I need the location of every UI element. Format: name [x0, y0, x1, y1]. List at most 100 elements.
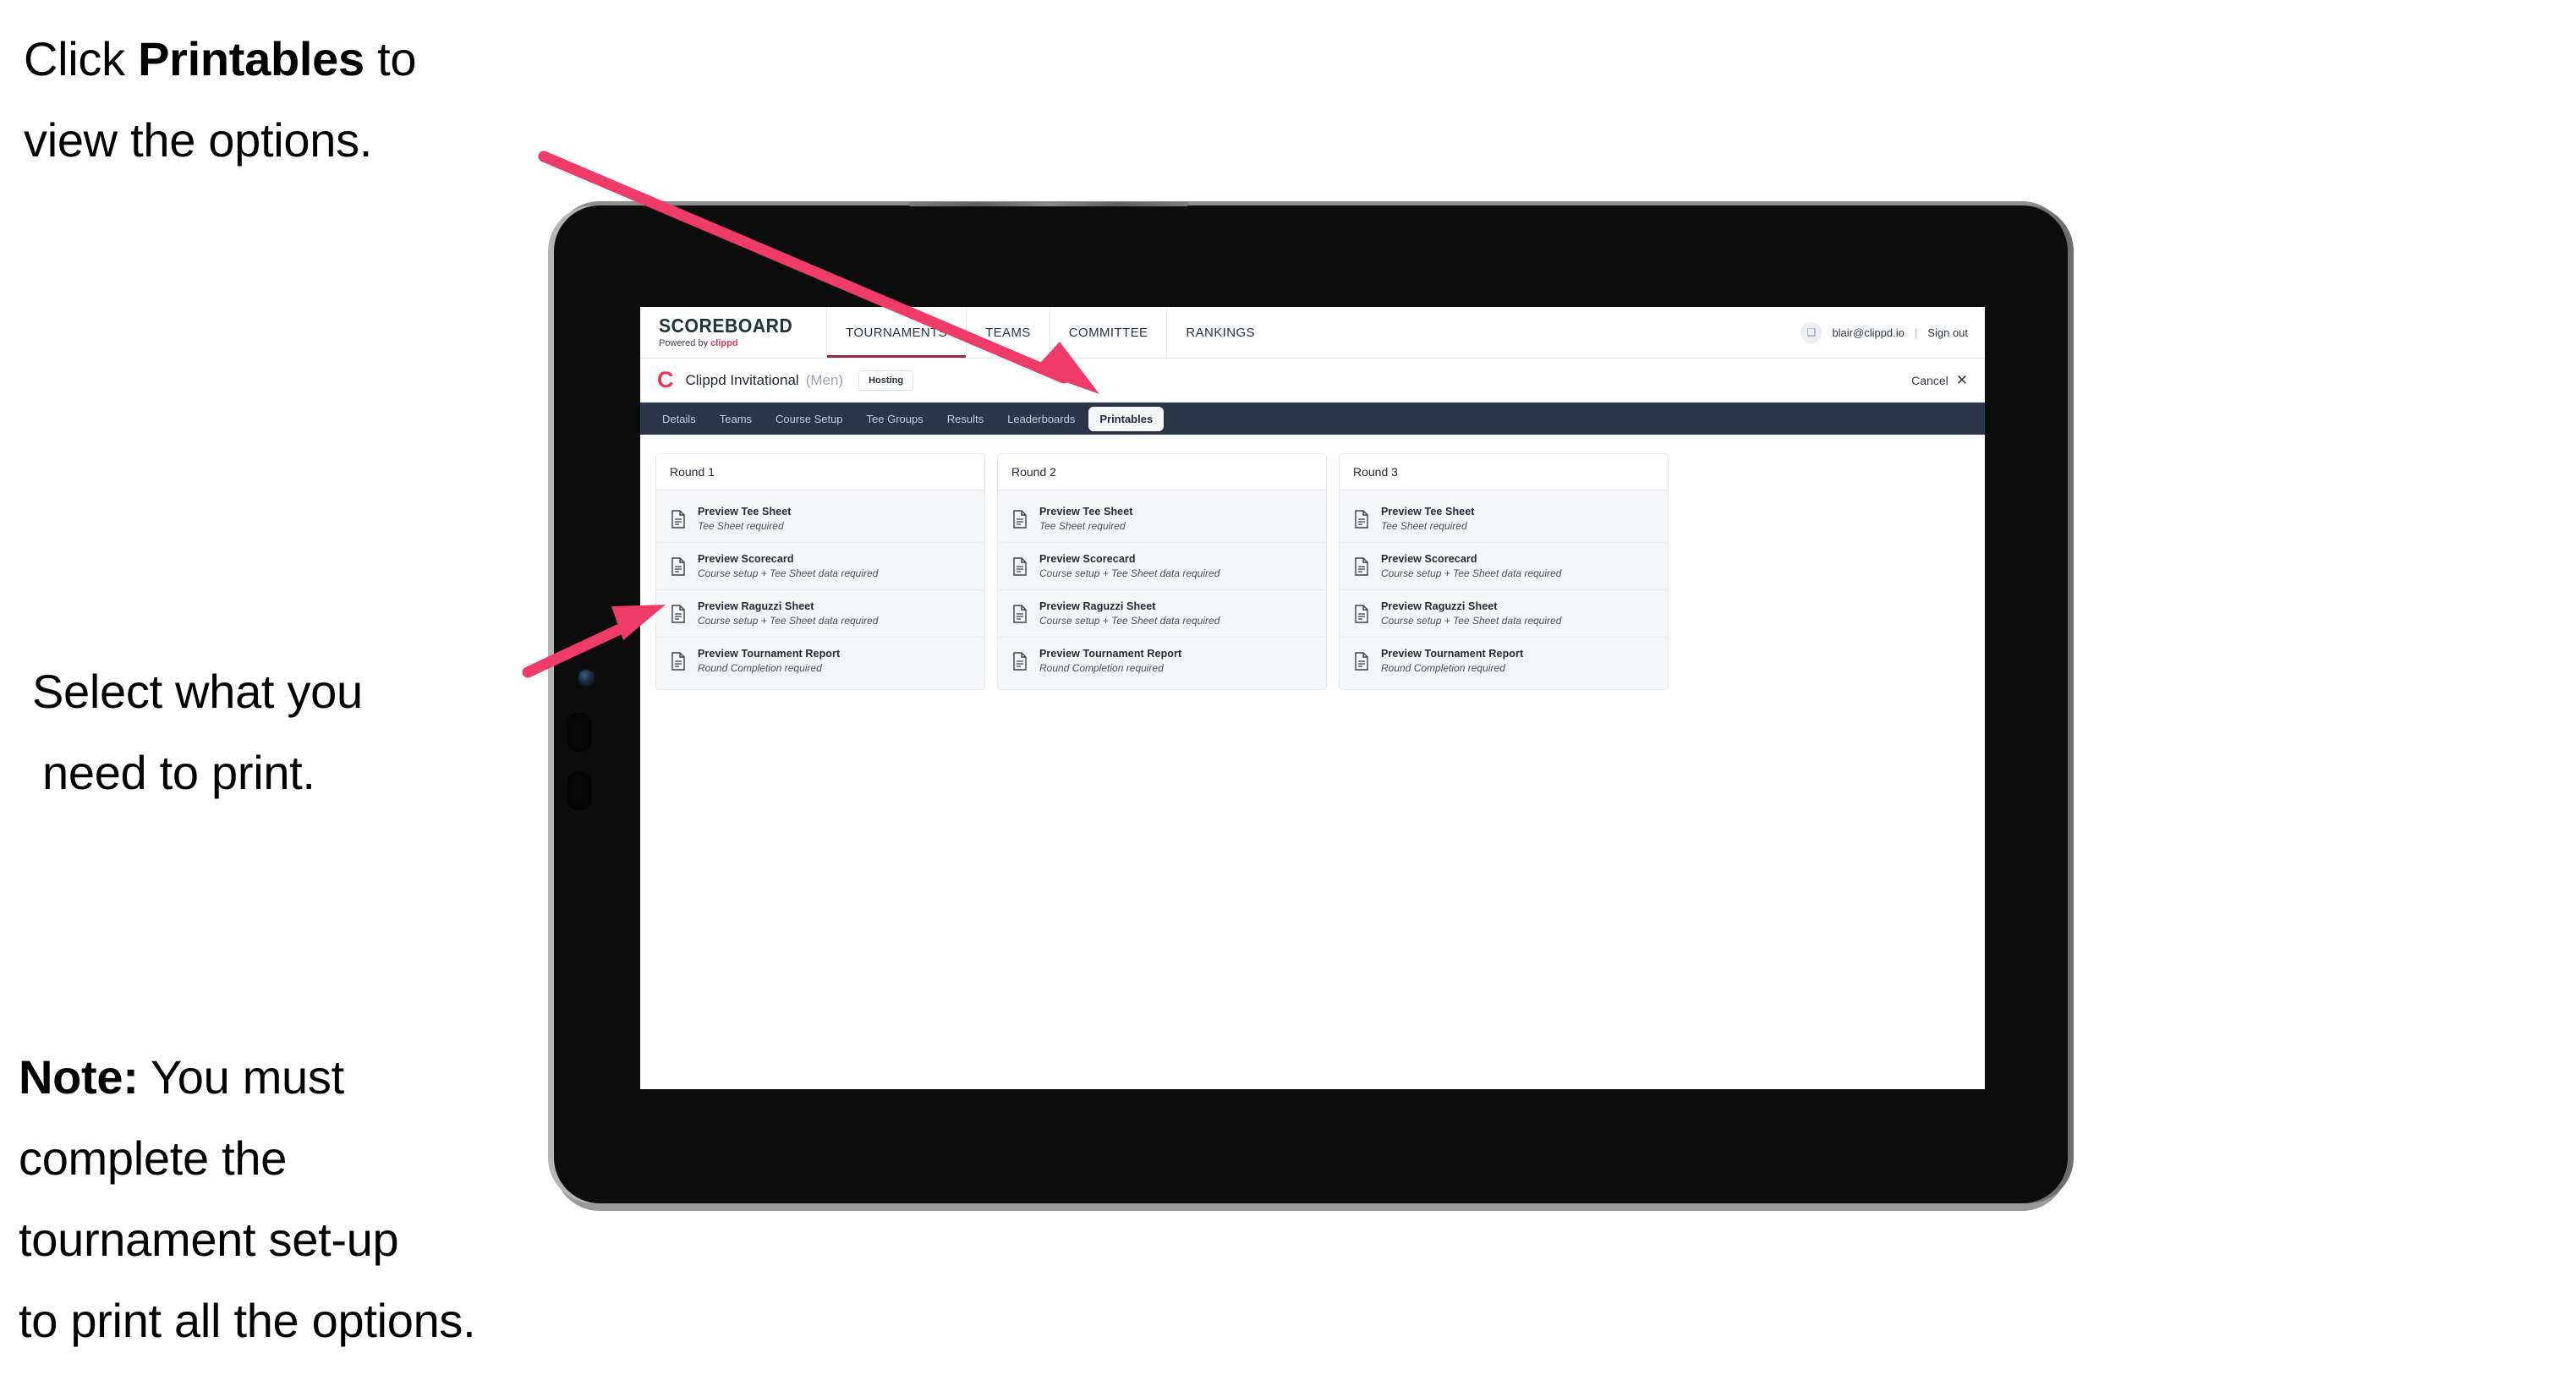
sign-out-link[interactable]: Sign out: [1927, 326, 1968, 339]
printable-item-tournament-report[interactable]: Preview Tournament Report Round Completi…: [1340, 638, 1668, 684]
account-email: blair@clippd.io: [1832, 326, 1905, 339]
topnav-item-tournaments[interactable]: TOURNAMENTS: [826, 307, 967, 358]
document-icon: [1013, 509, 1027, 529]
tab-label-printables: Printables: [1099, 412, 1154, 425]
tab-results[interactable]: Results: [937, 408, 994, 430]
printable-item-scorecard[interactable]: Preview Scorecard Course setup + Tee She…: [1340, 543, 1668, 590]
brand-logo[interactable]: SCOREBOARD Powered by clippd: [640, 307, 826, 358]
document-icon: [671, 604, 685, 623]
printable-item-tee-sheet[interactable]: Preview Tee Sheet Tee Sheet required: [656, 496, 984, 543]
close-icon: ✕: [1955, 372, 1968, 388]
printable-title: Preview Tournament Report: [1039, 648, 1182, 660]
topnav-label-teams: TEAMS: [985, 325, 1031, 340]
tab-label-tee-groups: Tee Groups: [866, 412, 924, 425]
printable-list: Preview Tee Sheet Tee Sheet required Pre…: [1339, 490, 1669, 690]
tab-course-setup[interactable]: Course Setup: [765, 408, 853, 430]
printables-panel: Round 1 Preview Tee Sheet Tee Sheet requ…: [640, 435, 1985, 709]
document-icon: [1355, 556, 1368, 576]
document-icon: [671, 509, 685, 529]
printable-list: Preview Tee Sheet Tee Sheet required Pre…: [655, 490, 985, 690]
tablet-screen: SCOREBOARD Powered by clippd TOURNAMENTS…: [640, 307, 1985, 1089]
top-navigation: TOURNAMENTS TEAMS COMMITTEE RANKINGS: [826, 307, 1274, 358]
document-icon: [1013, 651, 1027, 671]
avatar[interactable]: ❑: [1800, 321, 1822, 343]
printable-requirement: Course setup + Tee Sheet data required: [1381, 567, 1562, 579]
tab-details[interactable]: Details: [652, 408, 706, 430]
tab-label-details: Details: [662, 412, 696, 425]
printable-title: Preview Scorecard: [1381, 553, 1477, 565]
printable-item-raguzzi-sheet[interactable]: Preview Raguzzi Sheet Course setup + Tee…: [1340, 590, 1668, 638]
clippd-logo-icon: C: [657, 367, 674, 392]
document-icon: [1355, 509, 1368, 529]
annotation-select-line2: need to print.: [42, 746, 315, 799]
printable-requirement: Course setup + Tee Sheet data required: [1039, 567, 1220, 579]
tournament-title: Clippd Invitational: [685, 371, 799, 388]
printable-title: Preview Tee Sheet: [1039, 506, 1133, 518]
front-camera-icon: [578, 670, 595, 686]
tab-tee-groups[interactable]: Tee Groups: [857, 408, 934, 430]
printable-requirement: Course setup + Tee Sheet data required: [698, 615, 879, 627]
tab-label-leaderboards: Leaderboards: [1007, 412, 1076, 425]
document-icon: [1013, 556, 1027, 576]
printable-requirement: Course setup + Tee Sheet data required: [698, 567, 879, 579]
annotation-click-line1-bold: Printables: [138, 32, 364, 85]
account-separator: |: [1914, 326, 1918, 339]
round-heading: Round 2: [997, 453, 1327, 490]
printable-requirement: Round Completion required: [698, 662, 822, 674]
annotation-click-printables: Click Printables to view the options.: [24, 19, 582, 181]
printable-list: Preview Tee Sheet Tee Sheet required Pre…: [997, 490, 1327, 690]
tablet-device-frame: SCOREBOARD Powered by clippd TOURNAMENTS…: [554, 202, 2068, 1203]
tab-label-course-setup: Course Setup: [776, 412, 843, 425]
topnav-label-rankings: RANKINGS: [1186, 325, 1255, 340]
printable-requirement: Round Completion required: [1039, 662, 1164, 674]
annotation-note-line2: complete the: [19, 1131, 288, 1185]
annotation-note-line4: to print all the options.: [19, 1294, 476, 1347]
brand-tagline-clippd: clippd: [710, 338, 738, 348]
screenshot-root: Click Printables to view the options. Se…: [0, 0, 2576, 1386]
tab-leaderboards[interactable]: Leaderboards: [997, 408, 1085, 430]
cancel-button[interactable]: Cancel ✕: [1911, 373, 1968, 387]
printable-item-scorecard[interactable]: Preview Scorecard Course setup + Tee She…: [998, 543, 1326, 590]
tournament-header: C Clippd Invitational (Men) Hosting Canc…: [640, 359, 1985, 403]
avatar-glyph-icon: ❑: [1806, 326, 1817, 338]
annotation-note-line3: tournament set-up: [19, 1213, 399, 1266]
document-icon: [671, 651, 685, 671]
printable-title: Preview Tee Sheet: [1381, 506, 1475, 518]
printable-item-tee-sheet[interactable]: Preview Tee Sheet Tee Sheet required: [1340, 496, 1668, 543]
printable-requirement: Tee Sheet required: [698, 520, 784, 532]
volume-down-button[interactable]: [567, 771, 591, 810]
printable-item-tournament-report[interactable]: Preview Tournament Report Round Completi…: [998, 638, 1326, 684]
printable-item-tournament-report[interactable]: Preview Tournament Report Round Completi…: [656, 638, 984, 684]
annotation-click-line1-post: to: [364, 32, 417, 85]
status-badge: Hosting: [858, 370, 914, 391]
volume-up-button[interactable]: [567, 713, 591, 752]
cancel-label: Cancel: [1911, 373, 1948, 387]
brand-name: SCOREBOARD: [659, 315, 793, 337]
printable-title: Preview Scorecard: [698, 553, 794, 565]
tournament-gender: (Men): [805, 371, 844, 388]
document-icon: [1013, 604, 1027, 623]
ambient-sensor-icon: [584, 644, 590, 650]
round-heading: Round 1: [655, 453, 985, 490]
account-area: ❑ blair@clippd.io | Sign out: [1800, 307, 1985, 358]
tab-teams[interactable]: Teams: [710, 408, 762, 430]
annotation-note-bold: Note:: [19, 1050, 139, 1104]
annotation-click-line1-pre: Click: [24, 32, 139, 85]
topnav-label-committee: COMMITTEE: [1068, 325, 1148, 340]
printable-item-scorecard[interactable]: Preview Scorecard Course setup + Tee She…: [656, 543, 984, 590]
document-icon: [1355, 604, 1368, 623]
round-heading: Round 3: [1339, 453, 1669, 490]
document-icon: [1355, 651, 1368, 671]
annotation-select-print: Select what you need to print.: [32, 651, 540, 814]
topnav-item-teams[interactable]: TEAMS: [966, 307, 1050, 358]
printable-requirement: Course setup + Tee Sheet data required: [1381, 615, 1562, 627]
printable-item-raguzzi-sheet[interactable]: Preview Raguzzi Sheet Course setup + Tee…: [998, 590, 1326, 638]
app-header: SCOREBOARD Powered by clippd TOURNAMENTS…: [640, 307, 1985, 359]
tab-printables[interactable]: Printables: [1088, 406, 1165, 431]
printable-requirement: Tee Sheet required: [1039, 520, 1126, 532]
printable-title: Preview Tournament Report: [698, 648, 841, 660]
printable-item-tee-sheet[interactable]: Preview Tee Sheet Tee Sheet required: [998, 496, 1326, 543]
printable-item-raguzzi-sheet[interactable]: Preview Raguzzi Sheet Course setup + Tee…: [656, 590, 984, 638]
topnav-item-rankings[interactable]: RANKINGS: [1166, 307, 1274, 358]
topnav-item-committee[interactable]: COMMITTEE: [1049, 307, 1167, 358]
